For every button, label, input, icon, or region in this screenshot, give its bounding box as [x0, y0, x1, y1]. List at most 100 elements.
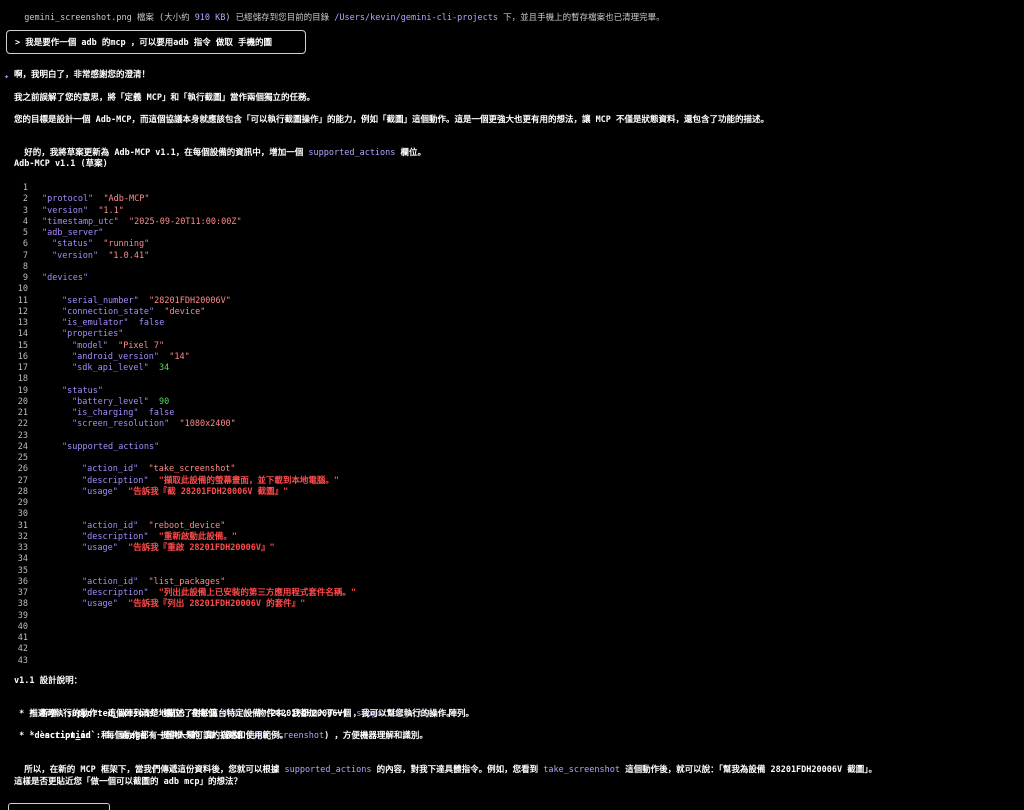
code-line: "model" "Pixel 7"	[72, 341, 164, 352]
code-token: "告訴我『重啟 28201FDH20006V』"	[128, 543, 275, 553]
line-number: 3	[22, 205, 28, 216]
code-line: "sdk_api_level" 34	[72, 363, 169, 374]
code-line: "usage" "告訴我『列出 28201FDH20006V 的套件』"	[82, 599, 305, 610]
code-token: "timestamp_utc"	[42, 216, 119, 227]
line-number: 24	[17, 441, 28, 452]
line-number: 26	[17, 464, 28, 475]
line-number: 20	[17, 396, 28, 407]
code-line: "action_id" "list_packages"	[82, 577, 225, 588]
line-number: 18	[17, 374, 28, 385]
code-token: "model"	[72, 340, 108, 351]
code-token: "description"	[82, 475, 149, 486]
line-number: 13	[17, 318, 28, 328]
line-number: 33	[17, 543, 28, 553]
code-token: "adb_server"	[42, 228, 104, 238]
code-token: 34	[159, 363, 170, 373]
code-line: "usage" "告訴我『截 28201FDH20006V 截圖』"	[82, 487, 288, 498]
line-number: 36	[17, 576, 28, 587]
line-number: 42	[17, 644, 28, 655]
code-token: "version"	[52, 250, 99, 261]
code-line: "status" "running"	[52, 239, 149, 250]
code-token: "battery_level"	[72, 396, 149, 407]
code-token: "1080x2400"	[179, 419, 236, 430]
code-token: "Adb-MCP"	[103, 194, 150, 205]
code-token: "1.1"	[98, 205, 124, 216]
code-token: "2025-09-20T11:00:00Z"	[129, 216, 242, 227]
code-token: "sdk_api_level"	[72, 363, 149, 373]
line-number: 14	[17, 329, 28, 340]
code-line: "protocol" "Adb-MCP"	[42, 194, 150, 205]
line-number: 5	[22, 228, 28, 238]
line-number: 17	[17, 363, 28, 373]
code-token: "connection_state"	[62, 306, 155, 317]
line-number: 11	[17, 295, 28, 306]
response-paragraph-1: 啊，我明白了，非常感謝您的澄清！	[14, 70, 151, 80]
code-token: "列出此設備上已安裝的第三方應用程式套件名稱。"	[158, 588, 357, 598]
code-token: "is_charging"	[72, 408, 139, 418]
line-number: 29	[17, 498, 28, 508]
code-line: "devices"	[42, 273, 88, 284]
code-token: "properties"	[62, 329, 124, 340]
code-token: "supported_actions"	[62, 441, 160, 452]
line-number: 15	[17, 340, 28, 351]
code-line: "usage" "告訴我『重啟 28201FDH20006V』"	[82, 543, 275, 554]
code-token: "serial_number"	[62, 295, 139, 306]
path-text: /Users/kevin/gemini-cli-projects	[334, 13, 499, 23]
code-token: "take_screenshot"	[148, 464, 236, 475]
input-box[interactable]	[8, 803, 110, 810]
code-line: "timestamp_utc" "2025-09-20T11:00:00Z"	[42, 217, 242, 228]
code-token: "usage"	[82, 543, 118, 553]
line-number: 22	[17, 419, 28, 430]
code-token: "告訴我『列出 28201FDH20006V 的套件』"	[128, 599, 306, 610]
code-token: "status"	[52, 239, 93, 250]
line-number: 34	[17, 554, 28, 565]
line-number: 2	[22, 194, 28, 205]
response-paragraph-2: 我之前誤解了您的意思，將「定義 MCP」和「執行截圖」當作兩個獨立的任務。	[14, 93, 315, 103]
line-number: 39	[17, 610, 28, 621]
line-number: 38	[17, 599, 28, 610]
code-line: "adb_server"	[42, 228, 103, 239]
line-number: 43	[17, 655, 28, 666]
code-line: "properties"	[62, 329, 123, 340]
code-token: "version"	[42, 205, 89, 216]
closing-paragraph: 所以，在新的 MCP 框架下，當我們傳遞這份資料後，您就可以根據 support…	[24, 765, 877, 775]
line-number: 41	[17, 633, 28, 643]
line-number: 10	[17, 284, 28, 295]
line-number: 12	[17, 306, 28, 317]
code-token: "description"	[82, 588, 149, 598]
user-prompt-box: > 我是要作一個 adb 的mcp ，可以要用adb 指令 做取 手機的圖	[6, 30, 306, 54]
code-token: "1.0.41"	[108, 250, 150, 261]
code-line: "status"	[62, 386, 103, 397]
code-token: "is_emulator"	[62, 318, 129, 328]
code-token: "reboot_device"	[148, 520, 226, 531]
code-token: "list_packages"	[148, 576, 226, 587]
code-line: "is_charging" false	[72, 408, 174, 419]
code-token: "Pixel 7"	[118, 340, 165, 351]
code-token: "device"	[164, 306, 206, 317]
code-line: "description" "擷取此設備的螢幕畫面，並下載到本地電腦。"	[82, 476, 339, 487]
design-heading: v1.1 設計說明：	[14, 676, 83, 686]
code-token: false	[138, 318, 165, 328]
line-number: 21	[17, 408, 28, 418]
code-token: "usage"	[82, 486, 118, 497]
code-token: "14"	[169, 351, 190, 362]
line-number: 40	[17, 621, 28, 632]
code-line: "description" "列出此設備上已安裝的第三方應用程式套件名稱。"	[82, 588, 356, 599]
code-token: "description"	[82, 531, 149, 542]
code-line: "connection_state" "device"	[62, 307, 205, 318]
response-paragraph-4: 好的，我將草案更新為 Adb-MCP v1.1，在每個設備的資訊中，增加一個 s…	[24, 148, 427, 158]
